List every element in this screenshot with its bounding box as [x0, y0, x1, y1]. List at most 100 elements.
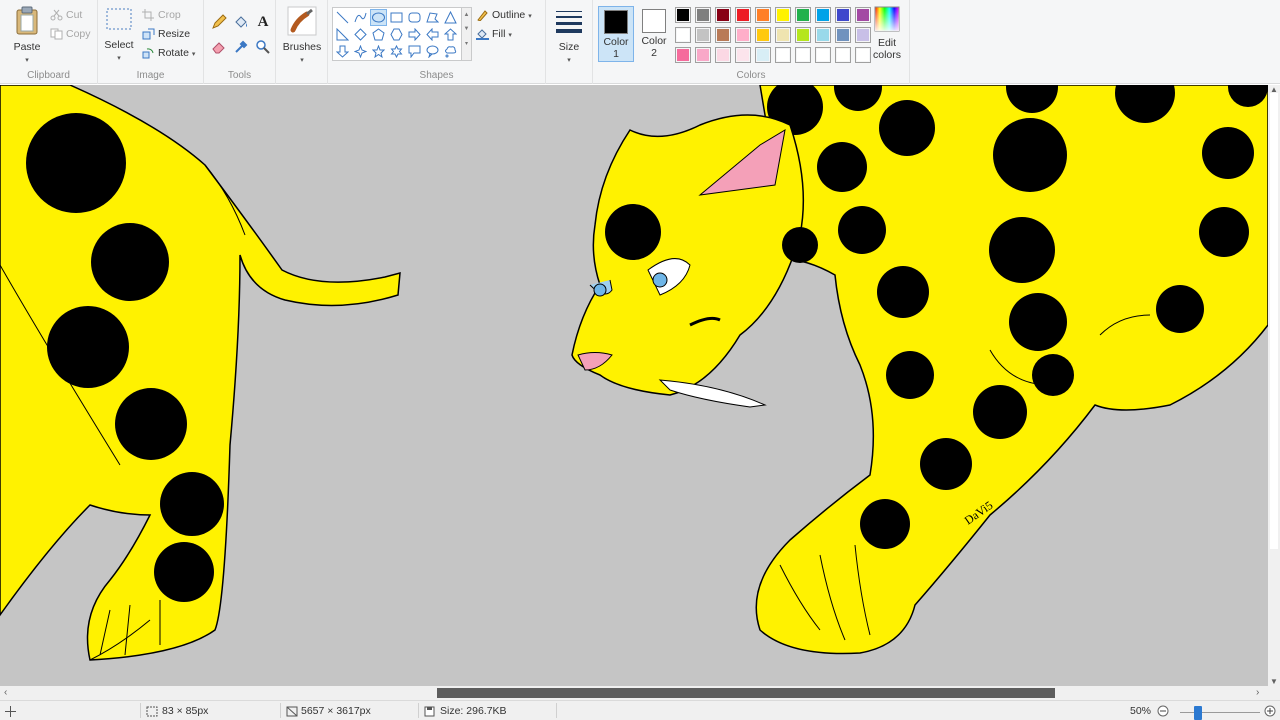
palette-swatch[interactable] — [695, 7, 711, 23]
shape-rounded-rectangle[interactable] — [406, 9, 423, 26]
brushes-dropdown-icon[interactable]: ▾ — [300, 57, 304, 64]
shape-diamond[interactable] — [352, 26, 369, 43]
drawing-canvas[interactable]: DaVi5 — [0, 85, 1268, 686]
shape-rect-callout[interactable] — [406, 43, 423, 60]
five-point-star-shape-icon — [372, 45, 385, 58]
scroll-up-icon[interactable]: ▲ — [462, 12, 471, 18]
palette-swatch[interactable] — [675, 27, 691, 43]
shape-pentagon[interactable] — [370, 26, 387, 43]
shape-oval[interactable] — [370, 9, 387, 26]
scroll-right-arrow-icon[interactable]: › — [1256, 687, 1259, 698]
palette-swatch[interactable] — [795, 47, 811, 63]
copy-button[interactable]: Copy — [50, 25, 91, 43]
cursor-position-icon — [5, 706, 16, 717]
shape-hexagon[interactable] — [388, 26, 405, 43]
color1-button[interactable]: Color 1 — [598, 6, 634, 62]
select-dropdown-icon[interactable]: ▾ — [117, 55, 121, 62]
eraser-tool[interactable] — [210, 38, 228, 56]
palette-swatch[interactable] — [735, 47, 751, 63]
vertical-scroll-thumb[interactable] — [1270, 93, 1278, 549]
outline-dropdown-icon[interactable]: ▾ — [528, 13, 532, 20]
palette-swatch[interactable] — [795, 7, 811, 23]
image-group-label: Image — [136, 70, 165, 81]
palette-swatch[interactable] — [755, 47, 771, 63]
palette-swatch[interactable] — [715, 27, 731, 43]
shape-polygon[interactable] — [424, 9, 441, 26]
palette-swatch[interactable] — [775, 7, 791, 23]
shape-oval-callout[interactable] — [424, 43, 441, 60]
shape-down-arrow[interactable] — [334, 43, 351, 60]
resize-button[interactable]: Resize — [142, 25, 190, 43]
fill-dropdown-icon[interactable]: ▾ — [508, 32, 512, 39]
shape-cloud-callout[interactable] — [442, 43, 459, 60]
scroll-down-icon[interactable]: ▼ — [462, 26, 471, 32]
zoom-out-icon[interactable] — [1157, 705, 1169, 717]
shape-left-arrow[interactable] — [424, 26, 441, 43]
shape-triangle[interactable] — [442, 9, 459, 26]
color-picker-tool[interactable] — [232, 38, 250, 56]
palette-swatch[interactable] — [815, 27, 831, 43]
zoom-slider-thumb[interactable] — [1194, 706, 1202, 720]
horizontal-scroll-thumb[interactable] — [437, 688, 1055, 698]
fill-tool[interactable] — [232, 13, 250, 31]
shape-five-point-star[interactable] — [370, 43, 387, 60]
palette-swatch[interactable] — [775, 27, 791, 43]
palette-swatch[interactable] — [715, 7, 731, 23]
color2-button[interactable]: Color 2 — [636, 6, 672, 62]
palette-swatch[interactable] — [815, 47, 831, 63]
vertical-scrollbar[interactable]: ▲ ▼ — [1268, 85, 1280, 686]
zoom-in-icon[interactable] — [1264, 705, 1276, 717]
palette-swatch[interactable] — [715, 47, 731, 63]
shape-up-arrow[interactable] — [442, 26, 459, 43]
paste-button[interactable]: Paste ▾ — [8, 6, 46, 65]
scroll-left-arrow-icon[interactable]: ‹ — [4, 687, 7, 698]
text-tool[interactable]: A — [254, 13, 272, 31]
magnifier-tool[interactable] — [254, 38, 272, 56]
palette-swatch-color — [737, 49, 749, 61]
palette-swatch[interactable] — [775, 47, 791, 63]
palette-swatch[interactable] — [675, 47, 691, 63]
expand-gallery-icon[interactable]: ▾ — [462, 40, 471, 47]
size-button[interactable]: Size ▾ — [552, 6, 586, 65]
paste-dropdown-icon[interactable]: ▾ — [25, 57, 29, 64]
edit-colors-button[interactable]: Edit colors — [867, 6, 907, 61]
palette-swatch[interactable] — [835, 27, 851, 43]
status-separator — [140, 703, 141, 718]
shapes-gallery-scrollbar[interactable]: ▲ ▼ ▾ — [462, 7, 472, 61]
crop-button[interactable]: Crop — [142, 6, 181, 24]
select-button[interactable]: Select ▾ — [104, 6, 134, 63]
shape-right-triangle[interactable] — [334, 26, 351, 43]
palette-swatch-color — [717, 9, 729, 21]
palette-swatch[interactable] — [795, 27, 811, 43]
palette-swatch[interactable] — [735, 7, 751, 23]
rotate-button[interactable]: Rotate ▾ — [142, 44, 195, 62]
shape-right-arrow[interactable] — [406, 26, 423, 43]
palette-swatch[interactable] — [755, 7, 771, 23]
cut-button[interactable]: Cut — [50, 6, 82, 24]
palette-swatch[interactable] — [675, 7, 691, 23]
shape-curve[interactable] — [352, 9, 369, 26]
scroll-down-arrow-icon[interactable]: ▼ — [1270, 677, 1278, 686]
shape-rectangle[interactable] — [388, 9, 405, 26]
brushes-button[interactable]: Brushes ▾ — [282, 6, 322, 65]
palette-swatch[interactable] — [695, 27, 711, 43]
palette-swatch[interactable] — [815, 7, 831, 23]
palette-swatch[interactable] — [835, 47, 851, 63]
shape-four-point-star[interactable] — [352, 43, 369, 60]
palette-swatch[interactable] — [695, 47, 711, 63]
outline-button[interactable]: Outline ▾ — [476, 6, 532, 24]
pencil-icon — [212, 14, 227, 29]
palette-swatch[interactable] — [755, 27, 771, 43]
fill-button[interactable]: Fill ▾ — [476, 25, 512, 43]
palette-swatch[interactable] — [735, 27, 751, 43]
color1-swatch — [604, 10, 628, 34]
shape-six-point-star[interactable] — [388, 43, 405, 60]
size-dropdown-icon[interactable]: ▾ — [567, 57, 571, 64]
zoom-slider-track[interactable] — [1180, 712, 1260, 713]
pencil-tool[interactable] — [210, 13, 228, 31]
palette-swatch-color — [797, 9, 809, 21]
palette-swatch[interactable] — [835, 7, 851, 23]
shape-line[interactable] — [334, 9, 351, 26]
rotate-dropdown-icon[interactable]: ▾ — [192, 51, 196, 58]
horizontal-scrollbar[interactable]: ‹ › — [0, 686, 1268, 700]
